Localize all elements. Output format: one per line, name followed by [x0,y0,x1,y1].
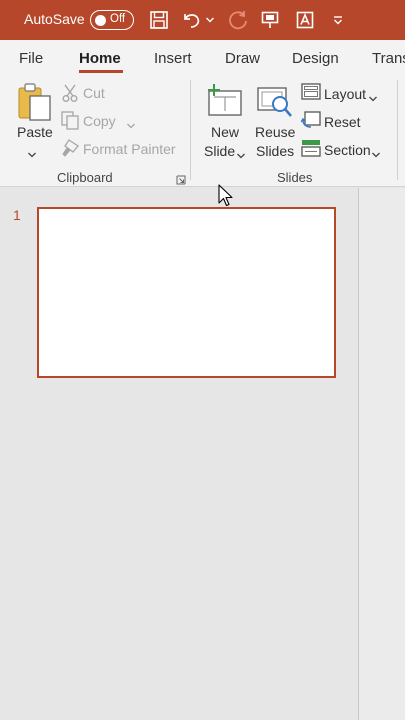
autosave-toggle[interactable]: Off [90,10,134,30]
reuse-slides-button[interactable] [256,85,294,124]
group-separator [190,80,191,180]
section-label: Section [324,142,371,158]
tab-design[interactable]: Design [292,50,339,67]
new-slide-icon [208,84,242,116]
customize-qat-button[interactable] [330,9,346,31]
autosave-label: AutoSave [24,11,85,27]
copy-button[interactable] [60,110,80,135]
paste-icon [18,83,51,121]
reuse-slides-label-line1: Reuse [255,124,296,140]
chevron-down-icon [206,17,214,23]
text-box-button[interactable] [294,9,316,31]
save-button[interactable] [148,9,170,31]
tab-file[interactable]: File [19,50,43,67]
undo-button[interactable] [180,9,202,31]
redo-icon [229,11,247,30]
paste-dropdown[interactable] [27,146,37,164]
save-icon [150,11,168,29]
autosave-state: Off [110,13,126,25]
format-painter-label: Format Painter [83,141,176,157]
active-tab-indicator [79,70,123,73]
new-slide-label-line2: Slide [204,143,236,159]
group-separator [397,80,398,180]
reset-icon [300,111,321,128]
tab-transitions[interactable]: Trans [372,50,405,67]
copy-icon [61,111,79,130]
paste-label: Paste [17,124,53,140]
dialog-launcher-icon [176,175,186,185]
tab-draw[interactable]: Draw [225,50,260,67]
cut-button[interactable] [61,83,79,108]
paste-button[interactable] [16,82,54,127]
layout-label: Layout [324,86,367,102]
layout-dropdown[interactable] [368,90,378,108]
slide-number: 1 [13,207,21,223]
redo-button[interactable] [226,9,250,31]
cut-label: Cut [83,85,105,101]
chevron-down-icon [372,152,380,158]
scissors-icon [62,84,78,102]
ribbon: Paste Cut Copy Format Painter Clipboard … [0,76,405,187]
ribbon-tabs: File Home Insert Draw Design Trans [0,40,405,76]
new-slide-dropdown[interactable] [236,147,246,165]
paintbrush-icon [62,139,79,157]
reuse-slides-icon [257,87,292,117]
layout-button[interactable] [301,83,321,106]
section-dropdown[interactable] [371,146,381,164]
format-painter-button[interactable] [60,138,80,163]
copy-label: Copy [83,113,116,129]
reset-label: Reset [324,114,361,130]
undo-icon [184,14,200,28]
chevron-down-icon [369,96,377,102]
customize-icon [334,16,342,25]
toggle-knob [95,14,106,26]
reuse-slides-label-line2: Slides [256,143,295,159]
layout-icon [301,83,321,100]
undo-dropdown[interactable] [204,9,216,31]
slide-thumbnail[interactable] [37,207,336,378]
text-box-icon [296,11,314,29]
tab-home[interactable]: Home [79,50,121,67]
chevron-down-icon [237,153,245,159]
present-from-start-button[interactable] [259,9,281,31]
section-button[interactable] [301,139,321,162]
tab-insert[interactable]: Insert [154,50,192,67]
slide-editor-area[interactable] [359,188,405,720]
reset-button[interactable] [300,111,321,134]
new-slide-label-line1: New [211,124,240,140]
copy-dropdown[interactable] [126,117,136,135]
section-icon [301,140,321,157]
clipboard-group-label: Clipboard [57,170,113,185]
mouse-cursor-icon [218,184,234,213]
presentation-icon [261,11,279,28]
slides-group-label: Slides [277,170,313,185]
chevron-down-icon [28,152,36,158]
chevron-down-icon [127,123,135,129]
title-bar: AutoSave Off [0,0,405,40]
new-slide-button[interactable] [205,83,243,122]
